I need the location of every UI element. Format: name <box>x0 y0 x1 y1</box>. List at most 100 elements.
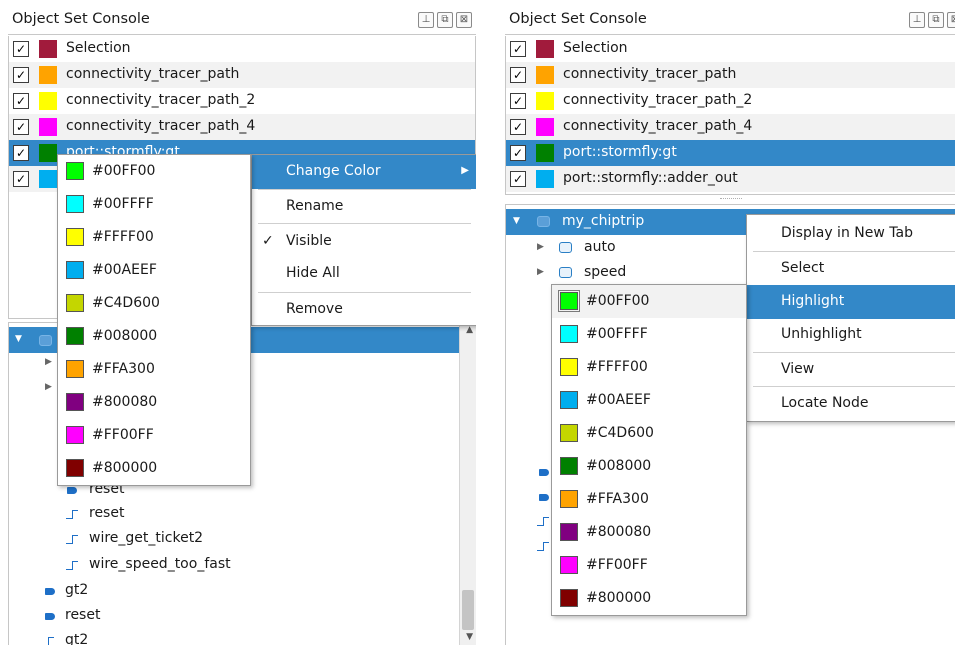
color-option[interactable]: #00AEEF <box>58 254 250 287</box>
object-row-connectivity-tracer-path-2[interactable]: ✓ connectivity_tracer_path_2 <box>506 88 955 114</box>
splitter-handle[interactable] <box>720 198 742 201</box>
object-row-selection[interactable]: ✓ Selection <box>506 36 955 62</box>
object-row-connectivity-tracer-path-2[interactable]: ✓ connectivity_tracer_path_2 <box>9 88 475 114</box>
color-option[interactable]: #FF00FF <box>552 549 746 582</box>
color-option[interactable]: #FFA300 <box>58 353 250 386</box>
tree-row[interactable]: wire_get_ticket2 <box>9 526 459 552</box>
scroll-thumb[interactable] <box>462 590 474 630</box>
tree-row[interactable]: gt2 <box>9 578 459 604</box>
collapsed-arrow-icon[interactable]: ▶ <box>45 382 52 392</box>
color-label: #800080 <box>586 524 652 540</box>
color-option[interactable]: #00FF00 <box>552 285 746 318</box>
color-swatch[interactable] <box>39 66 57 84</box>
object-set-console-right: Object Set Console ⊥ ⧉ ⊠ ✓ Selection ✓ c… <box>505 0 955 645</box>
color-option[interactable]: #800000 <box>552 582 746 615</box>
collapsed-arrow-icon[interactable]: ▶ <box>537 242 544 252</box>
visibility-checkbox[interactable]: ✓ <box>510 171 526 187</box>
color-swatch[interactable] <box>536 92 554 110</box>
port-icon <box>539 469 549 476</box>
tree-row[interactable]: wire_speed_too_fast <box>9 552 459 578</box>
float-icon[interactable]: ⧉ <box>928 12 944 28</box>
tree-row[interactable]: reset <box>9 501 459 527</box>
pin-icon[interactable]: ⊥ <box>418 12 434 28</box>
color-label: #008000 <box>92 328 158 344</box>
color-option[interactable]: #00FFFF <box>552 318 746 351</box>
visibility-checkbox[interactable]: ✓ <box>510 67 526 83</box>
color-swatch[interactable] <box>536 118 554 136</box>
port-icon <box>45 588 55 595</box>
visibility-checkbox[interactable]: ✓ <box>13 41 29 57</box>
color-option[interactable]: #800000 <box>58 452 250 485</box>
color-option[interactable]: #FFA300 <box>552 483 746 516</box>
color-option[interactable]: #00FFFF <box>58 188 250 221</box>
color-swatch[interactable] <box>39 170 57 188</box>
tree-row[interactable]: gt2 <box>9 628 459 645</box>
color-option[interactable]: #FF00FF <box>58 419 250 452</box>
object-label: port::stormfly:gt <box>563 144 677 160</box>
menu-unhighlight[interactable]: Unhighlight <box>747 318 955 352</box>
color-swatch[interactable] <box>536 66 554 84</box>
expand-arrow-icon[interactable]: ▼ <box>15 334 22 344</box>
visibility-checkbox[interactable]: ✓ <box>510 145 526 161</box>
color-swatch <box>560 325 578 343</box>
color-swatch[interactable] <box>536 144 554 162</box>
tree-row[interactable]: reset <box>9 603 459 629</box>
collapsed-arrow-icon[interactable]: ▶ <box>45 357 52 367</box>
menu-highlight[interactable]: Highlight <box>747 285 955 319</box>
float-icon[interactable]: ⧉ <box>437 12 453 28</box>
color-swatch <box>560 391 578 409</box>
object-row-selection[interactable]: ✓ Selection <box>9 36 475 62</box>
object-row-connectivity-tracer-path-4[interactable]: ✓ connectivity_tracer_path_4 <box>506 114 955 140</box>
close-icon[interactable]: ⊠ <box>456 12 472 28</box>
color-option[interactable]: #00AEEF <box>552 384 746 417</box>
collapsed-arrow-icon[interactable]: ▶ <box>537 267 544 277</box>
color-option[interactable]: #C4D600 <box>58 287 250 320</box>
wire-icon <box>66 510 78 519</box>
menu-display-in-new-tab[interactable]: Display in New Tab <box>747 217 955 251</box>
visibility-checkbox[interactable]: ✓ <box>510 41 526 57</box>
color-option[interactable]: #008000 <box>58 320 250 353</box>
menu-remove[interactable]: Remove <box>252 293 476 327</box>
color-option[interactable]: #800080 <box>58 386 250 419</box>
color-option[interactable]: #FFFF00 <box>58 221 250 254</box>
tree-scrollbar[interactable]: ▲ ▼ <box>459 322 476 645</box>
panel-title: Object Set Console <box>509 11 647 27</box>
color-swatch[interactable] <box>536 170 554 188</box>
color-swatch[interactable] <box>39 144 57 162</box>
color-option[interactable]: #FFFF00 <box>552 351 746 384</box>
port-icon <box>67 487 77 494</box>
object-row-connectivity-tracer-path-4[interactable]: ✓ connectivity_tracer_path_4 <box>9 114 475 140</box>
visibility-checkbox[interactable]: ✓ <box>13 145 29 161</box>
expand-arrow-icon[interactable]: ▼ <box>513 216 520 226</box>
close-icon[interactable]: ⊠ <box>947 12 955 28</box>
object-row-port-stormfly-gt[interactable]: ✓ port::stormfly:gt <box>506 140 955 166</box>
object-row-port-stormfly-adder-out[interactable]: ✓ port::stormfly::adder_out <box>506 166 955 192</box>
color-swatch <box>66 393 84 411</box>
menu-visible[interactable]: ✓ Visible <box>252 225 476 259</box>
color-swatch[interactable] <box>39 118 57 136</box>
color-option[interactable]: #00FF00 <box>58 155 250 188</box>
visibility-checkbox[interactable]: ✓ <box>510 119 526 135</box>
visibility-checkbox[interactable]: ✓ <box>13 67 29 83</box>
menu-rename[interactable]: Rename <box>252 190 476 224</box>
menu-select[interactable]: Select <box>747 252 955 286</box>
object-row-connectivity-tracer-path[interactable]: ✓ connectivity_tracer_path <box>506 62 955 88</box>
visibility-checkbox[interactable]: ✓ <box>13 171 29 187</box>
scroll-down-icon[interactable]: ▼ <box>466 632 473 642</box>
menu-change-color[interactable]: Change Color ▶ <box>252 155 476 189</box>
color-swatch[interactable] <box>39 92 57 110</box>
visibility-checkbox[interactable]: ✓ <box>13 119 29 135</box>
menu-view[interactable]: View <box>747 353 955 387</box>
visibility-checkbox[interactable]: ✓ <box>510 93 526 109</box>
menu-locate-node[interactable]: Locate Node <box>747 387 955 421</box>
color-option[interactable]: #C4D600 <box>552 417 746 450</box>
color-swatch[interactable] <box>536 40 554 58</box>
menu-hide-all[interactable]: Hide All <box>252 257 476 291</box>
object-row-connectivity-tracer-path[interactable]: ✓ connectivity_tracer_path <box>9 62 475 88</box>
visibility-checkbox[interactable]: ✓ <box>13 93 29 109</box>
pin-icon[interactable]: ⊥ <box>909 12 925 28</box>
tree-label: gt2 <box>65 632 89 645</box>
color-option[interactable]: #008000 <box>552 450 746 483</box>
color-swatch[interactable] <box>39 40 57 58</box>
color-option[interactable]: #800080 <box>552 516 746 549</box>
